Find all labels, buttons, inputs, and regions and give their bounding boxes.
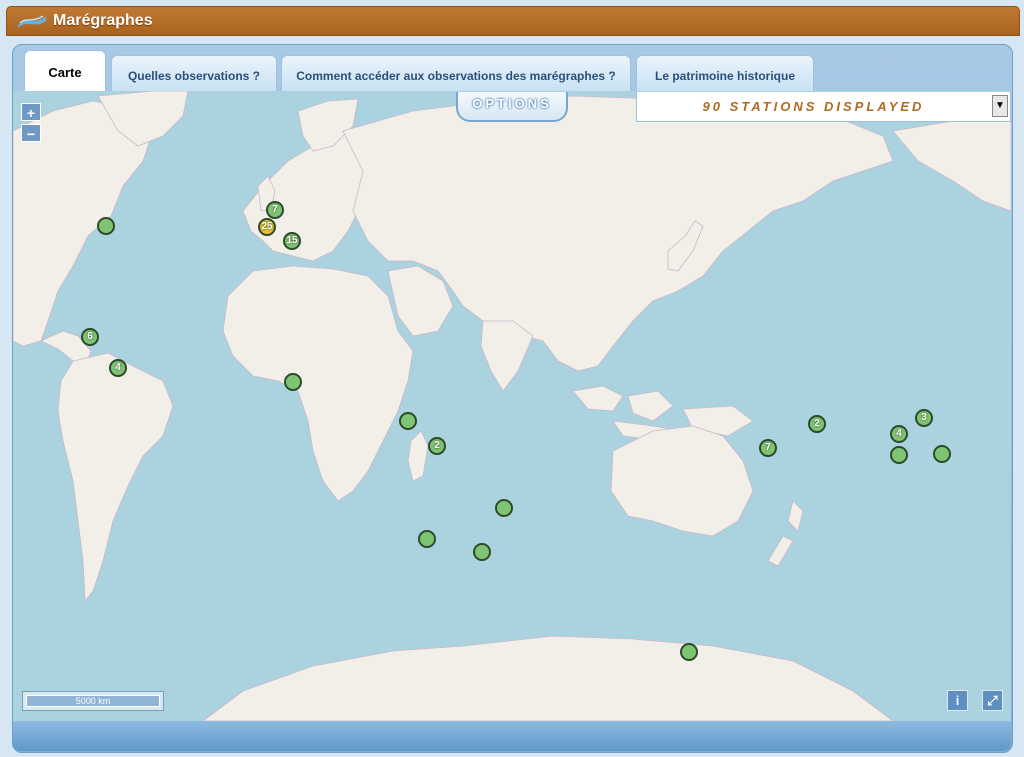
info-button[interactable]: i [947,690,968,711]
station-marker[interactable] [284,373,302,391]
tab-quelles-observations[interactable]: Quelles observations ? [111,55,277,91]
station-marker[interactable] [399,412,417,430]
tab-patrimoine-historique[interactable]: Le patrimoine historique [636,55,814,91]
app-title: Marégraphes [53,12,153,29]
station-cluster-marker[interactable]: 4 [109,359,127,377]
station-cluster-marker[interactable]: 2 [428,437,446,455]
station-marker[interactable] [890,446,908,464]
stations-selected-value: 90 STATIONS DISPLAYED [702,99,925,114]
station-marker[interactable] [418,530,436,548]
world-map[interactable]: + − 7 25 15 6 4 2 7 2 3 4 [13,91,1011,721]
station-cluster-marker[interactable]: 15 [283,232,301,250]
zoom-in-button[interactable]: + [21,103,41,121]
tab-comment-acceder[interactable]: Comment accéder aux observations des mar… [281,55,631,91]
station-marker[interactable] [97,217,115,235]
world-basemap[interactable] [13,91,1011,721]
app-titlebar: Marégraphes [6,6,1020,36]
wave-logo-icon [18,15,46,28]
station-cluster-marker[interactable]: 7 [759,439,777,457]
stations-select[interactable]: 90 STATIONS DISPLAYED ▼ [636,92,1011,122]
station-marker[interactable] [933,445,951,463]
scale-bar: 5000 km [22,691,164,711]
tab-carte[interactable]: Carte [24,50,106,92]
zoom-out-button[interactable]: − [21,124,41,142]
station-cluster-marker[interactable]: 7 [266,201,284,219]
station-cluster-marker[interactable]: 25 [258,218,276,236]
bottom-bar [13,721,1011,751]
station-marker[interactable] [473,543,491,561]
station-cluster-marker[interactable]: 3 [915,409,933,427]
fullscreen-button[interactable]: ⤢ [982,690,1003,711]
station-marker[interactable] [495,499,513,517]
station-cluster-marker[interactable]: 6 [81,328,99,346]
chevron-down-icon[interactable]: ▼ [992,95,1008,117]
scale-label: 5000 km [26,695,160,707]
options-button[interactable]: OPTIONS [456,92,568,122]
station-cluster-marker[interactable]: 4 [890,425,908,443]
station-cluster-marker[interactable]: 2 [808,415,826,433]
station-marker[interactable] [680,643,698,661]
